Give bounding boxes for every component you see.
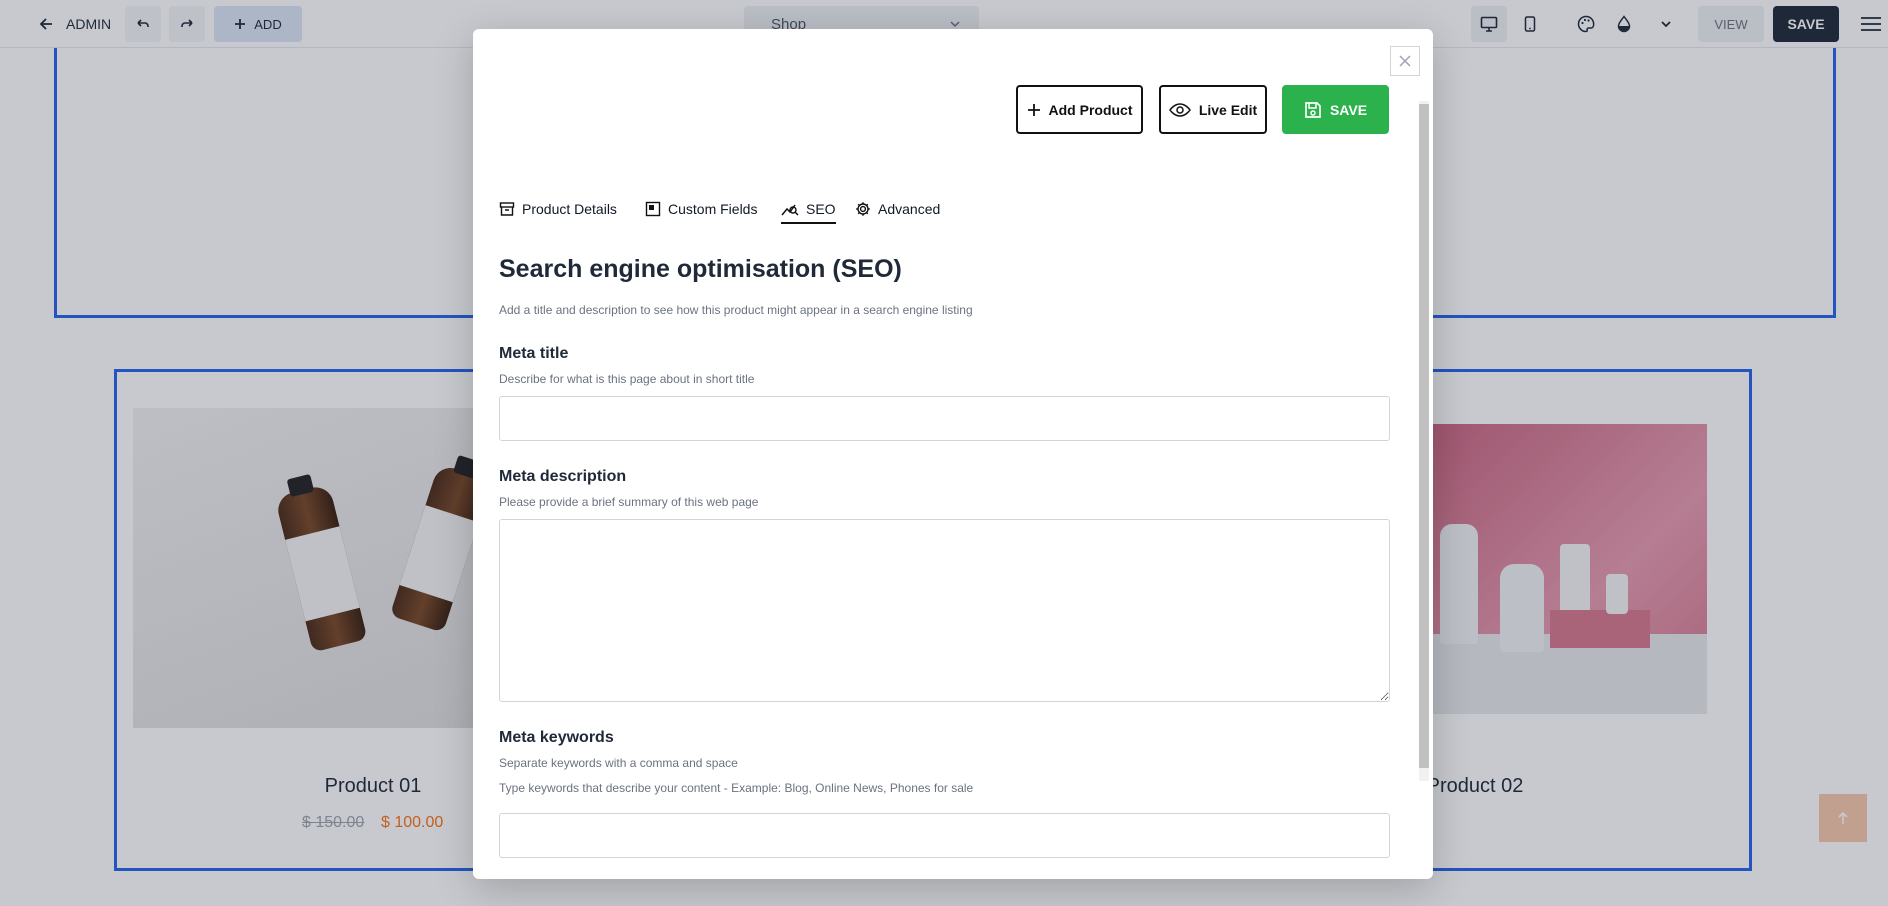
seo-chart-icon xyxy=(781,204,799,216)
tab-custom-fields[interactable]: Custom Fields xyxy=(645,201,757,217)
floppy-disk-icon xyxy=(1305,101,1321,118)
close-modal-button[interactable] xyxy=(1390,46,1420,76)
plus-icon xyxy=(1027,103,1040,116)
tab-advanced[interactable]: Advanced xyxy=(855,201,940,217)
meta-keywords-label: Meta keywords xyxy=(499,729,614,746)
meta-description-label: Meta description xyxy=(499,468,627,485)
add-product-button[interactable]: Add Product xyxy=(1016,85,1143,134)
tab-advanced-label: Advanced xyxy=(878,201,941,217)
meta-title-label: Meta title xyxy=(499,345,569,362)
seo-subheading: Add a title and description to see how t… xyxy=(499,303,973,317)
tab-seo[interactable]: SEO xyxy=(781,201,836,224)
archive-icon xyxy=(499,202,515,216)
meta-title-input[interactable] xyxy=(499,396,1390,441)
modal-scrollbar-thumb[interactable] xyxy=(1419,104,1429,768)
tab-custom-fields-label: Custom Fields xyxy=(668,201,758,217)
gear-icon xyxy=(856,202,870,216)
meta-keywords-example: Type keywords that describe your content… xyxy=(499,781,974,795)
add-product-label: Add Product xyxy=(1048,101,1133,118)
modal-save-label: SAVE xyxy=(1329,101,1368,118)
modal-save-button[interactable]: SAVE xyxy=(1282,85,1389,134)
seo-heading: Search engine optimisation (SEO) xyxy=(499,255,902,283)
tab-product-details-label: Product Details xyxy=(522,201,617,217)
meta-keywords-input[interactable] xyxy=(499,813,1390,858)
meta-keywords-help: Separate keywords with a comma and space xyxy=(499,756,738,770)
close-icon xyxy=(1399,55,1411,67)
meta-title-help: Describe for what is this page about in … xyxy=(499,372,755,386)
live-edit-label: Live Edit xyxy=(1198,101,1258,118)
tab-product-details[interactable]: Product Details xyxy=(499,201,617,217)
live-edit-button[interactable]: Live Edit xyxy=(1159,85,1267,134)
product-modal: Add Product Live Edit SAVE Product Detai… xyxy=(473,29,1433,879)
meta-description-textarea[interactable] xyxy=(499,519,1390,702)
eye-icon xyxy=(1168,102,1191,117)
custom-fields-icon xyxy=(645,201,661,217)
tab-seo-label: SEO xyxy=(806,201,836,217)
meta-description-help: Please provide a brief summary of this w… xyxy=(499,495,759,509)
